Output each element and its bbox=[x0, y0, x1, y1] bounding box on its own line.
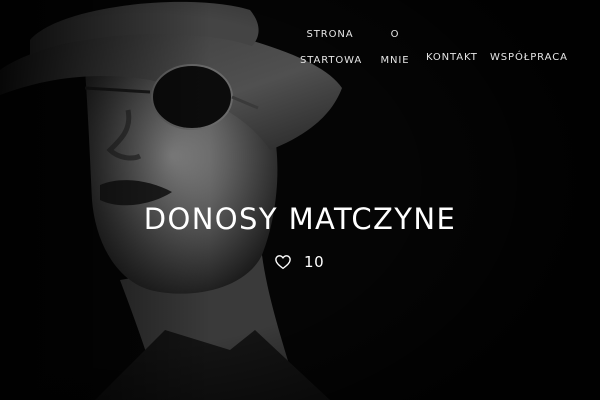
likes-count: 10 bbox=[304, 253, 325, 271]
post-title: DONOSY MATCZYNE bbox=[143, 202, 457, 236]
nav-item-home-line1: STRONA bbox=[306, 29, 354, 40]
hero-section: STRONA STARTOWA O MNIE KONTAKT WSPÓŁPRAC… bbox=[0, 0, 600, 400]
heart-outline-icon bbox=[275, 255, 291, 270]
nav-item-home[interactable]: STRONA STARTOWA bbox=[300, 22, 363, 74]
nav-item-contact[interactable]: KONTAKT bbox=[426, 45, 477, 71]
nav-item-home-line2: STARTOWA bbox=[300, 55, 363, 66]
nav-item-about[interactable]: O MNIE bbox=[380, 22, 410, 74]
like-button[interactable]: 10 bbox=[274, 252, 324, 272]
nav-item-cooperation[interactable]: WSPÓŁPRACA bbox=[490, 45, 567, 71]
nav-item-about-line1: O bbox=[390, 29, 400, 40]
nav-item-about-line2: MNIE bbox=[380, 55, 410, 66]
